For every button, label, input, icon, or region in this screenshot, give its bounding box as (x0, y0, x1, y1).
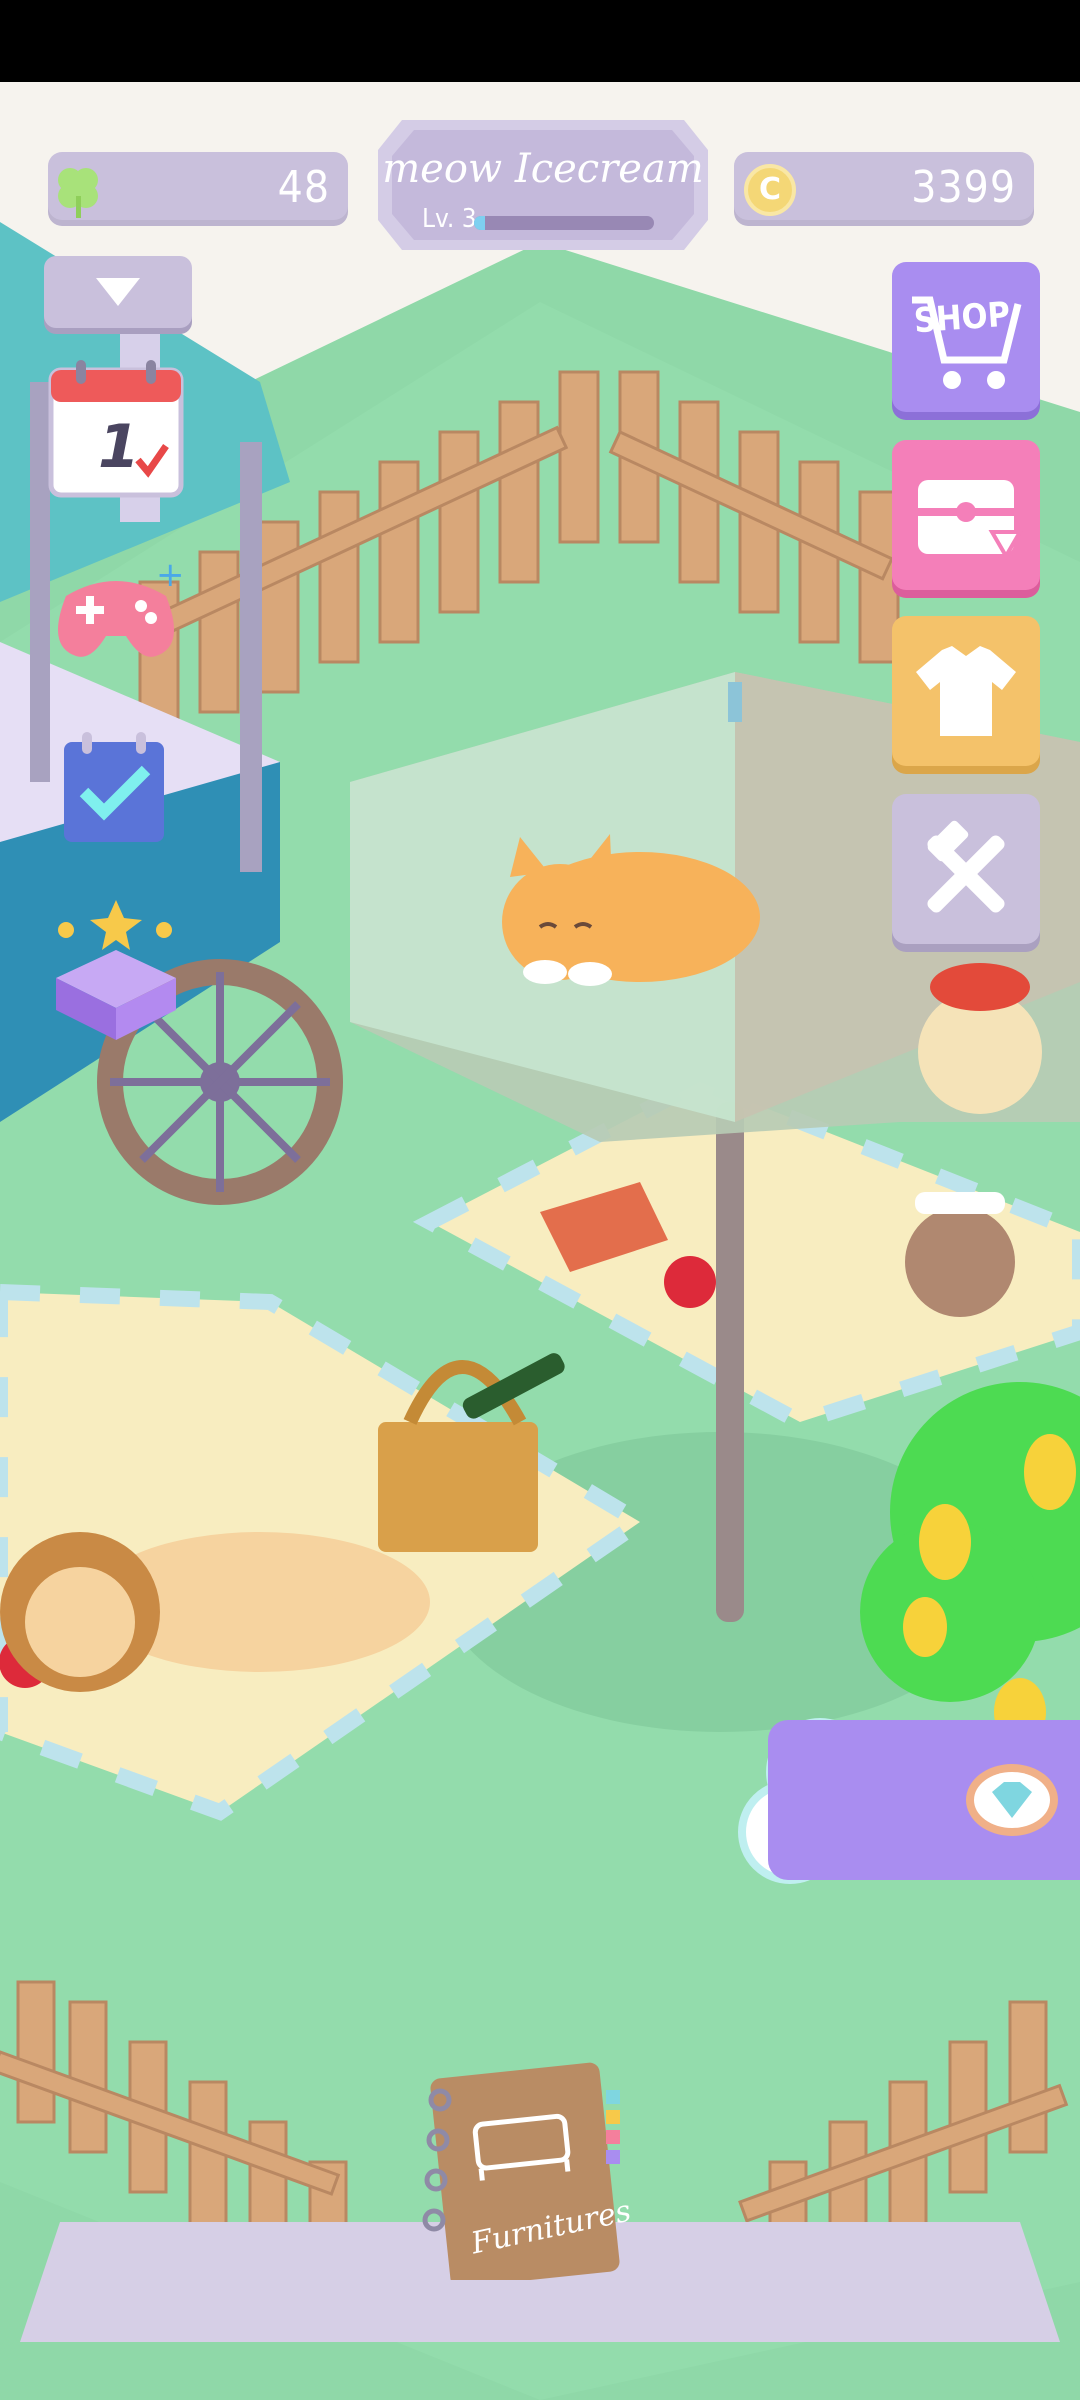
shop-name-plate[interactable]: meow Icecream Lv. 3 (378, 120, 708, 250)
shop-name: meow Icecream (382, 146, 704, 192)
tools-icon (927, 820, 1005, 913)
mystery-box-button[interactable] (46, 890, 186, 1040)
level-label: Lv. 3 (422, 204, 477, 234)
chevron-down-icon (96, 278, 140, 306)
status-bar (0, 0, 1080, 82)
gem-offer-panel[interactable] (768, 1720, 1080, 1880)
diamond-icon (966, 1764, 1058, 1836)
calendar-day: 1 (98, 412, 140, 482)
treasure-chest-icon (918, 480, 1024, 560)
shopping-cart-icon (912, 296, 1022, 389)
level-row: Lv. 3 (422, 204, 662, 236)
build-tools-button[interactable] (892, 794, 1040, 944)
shop-button[interactable]: SHOP (892, 262, 1040, 412)
clover-icon (58, 168, 98, 218)
daily-calendar-button[interactable]: 1 (46, 360, 186, 500)
clover-counter[interactable]: 48 (48, 152, 348, 226)
outfit-button[interactable] (892, 616, 1040, 766)
level-progress-bar (474, 216, 654, 230)
level-progress-fill (474, 216, 485, 230)
furniture-book-button[interactable]: Furnitures (420, 2060, 634, 2288)
expand-menu-button[interactable] (44, 256, 192, 328)
coin-counter[interactable]: C 3399 (734, 152, 1034, 226)
quests-button[interactable] (54, 728, 194, 868)
clover-count: 48 (277, 162, 330, 213)
checklist-icon (64, 732, 164, 842)
minigame-button[interactable]: + (46, 555, 186, 696)
gamepad-icon: + (58, 555, 185, 657)
coin-icon: C (744, 164, 796, 216)
mystery-box-icon (56, 900, 176, 1040)
coin-count: 3399 (911, 162, 1016, 213)
gift-shop-button[interactable] (892, 440, 1040, 590)
svg-text:+: + (156, 556, 185, 595)
tshirt-icon (916, 646, 1016, 736)
